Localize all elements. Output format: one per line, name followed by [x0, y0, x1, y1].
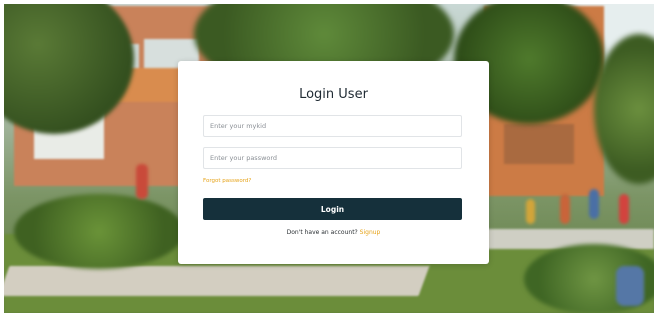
background-child — [560, 194, 570, 224]
login-button[interactable]: Login — [203, 198, 462, 220]
page-frame: Login User Forgot password? Login Don't … — [0, 0, 656, 317]
background-child — [616, 266, 644, 306]
background-child — [619, 194, 629, 224]
login-card: Login User Forgot password? Login Don't … — [178, 61, 489, 264]
background-path — [474, 229, 654, 249]
background-path — [4, 266, 430, 296]
background-bush — [14, 194, 184, 269]
background-window — [504, 124, 574, 164]
signup-link[interactable]: Signup — [360, 229, 381, 236]
background-child — [136, 164, 148, 199]
login-title: Login User — [299, 87, 368, 102]
forgot-password-link[interactable]: Forgot password? — [203, 178, 251, 184]
mykid-input[interactable] — [203, 115, 462, 137]
signup-row: Don't have an account? Signup — [178, 229, 489, 236]
background-child — [526, 199, 535, 224]
signup-prompt: Don't have an account? — [286, 229, 358, 236]
password-input[interactable] — [203, 147, 462, 169]
background-child — [589, 189, 599, 219]
